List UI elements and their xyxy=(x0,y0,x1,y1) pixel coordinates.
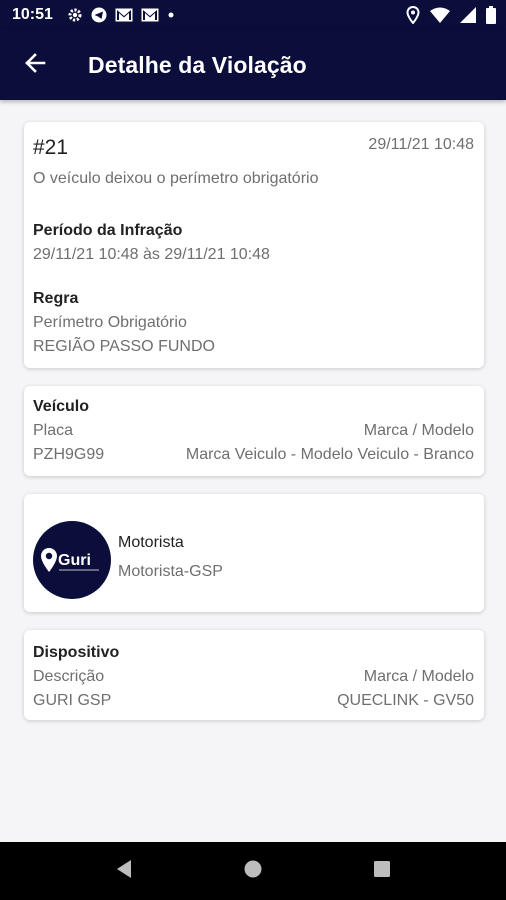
gmail-icon xyxy=(141,8,159,22)
violation-datetime: 29/11/21 10:48 xyxy=(368,136,474,153)
gear-icon xyxy=(67,7,83,23)
avatar: Guri xyxy=(33,521,111,599)
dot-icon xyxy=(167,11,175,19)
avatar-text: Guri xyxy=(58,552,91,569)
status-time: 10:51 xyxy=(12,6,53,23)
rule-name: Perímetro Obrigatório xyxy=(33,314,187,331)
back-button[interactable] xyxy=(0,30,70,100)
device-section-label: Dispositivo xyxy=(33,644,120,661)
violation-card: #21 29/11/21 10:48 O veículo deixou o pe… xyxy=(24,122,484,368)
page-title: Detalhe da Violação xyxy=(88,51,307,78)
telegram-icon xyxy=(91,7,107,23)
device-model-value: QUECLINK - GV50 xyxy=(337,692,474,709)
period-label: Período da Infração xyxy=(33,222,183,239)
guri-logo-icon: Guri xyxy=(41,548,99,572)
nav-home-button[interactable] xyxy=(233,851,273,891)
rule-region: REGIÃO PASSO FUNDO xyxy=(33,338,215,355)
app-bar: Detalhe da Violação xyxy=(0,30,506,100)
device-model-label: Marca / Modelo xyxy=(363,668,474,685)
vehicle-card: Veículo Placa Marca / Modelo PZH9G99 Mar… xyxy=(24,386,484,476)
location-icon xyxy=(406,6,420,24)
arrow-left-icon xyxy=(24,52,46,79)
signal-icon xyxy=(460,7,476,23)
system-icons xyxy=(406,6,496,24)
status-bar: 10:51 xyxy=(0,0,506,30)
back-triangle-icon xyxy=(115,859,133,884)
period-value: 29/11/21 10:48 às 29/11/21 10:48 xyxy=(33,246,270,263)
driver-label: Motorista xyxy=(118,534,184,551)
home-circle-icon xyxy=(243,859,263,884)
plate-label: Placa xyxy=(33,422,74,439)
wifi-icon xyxy=(430,7,450,23)
gmail-icon xyxy=(115,8,133,22)
recents-square-icon xyxy=(373,860,391,883)
nav-recents-button[interactable] xyxy=(362,851,402,891)
notification-icons xyxy=(67,7,175,23)
violation-description: O veículo deixou o perímetro obrigatório xyxy=(33,170,319,187)
device-description-label: Descrição xyxy=(33,668,105,685)
driver-card[interactable]: Guri Motorista Motorista-GSP xyxy=(24,494,484,612)
plate-value: PZH9G99 xyxy=(33,446,105,463)
device-description-value: GURI GSP xyxy=(33,692,112,709)
device-card: Dispositivo Descrição Marca / Modelo GUR… xyxy=(24,630,484,720)
violation-number: #21 xyxy=(33,136,69,159)
vehicle-model-label: Marca / Modelo xyxy=(363,422,474,439)
nav-back-button[interactable] xyxy=(104,851,144,891)
driver-name: Motorista-GSP xyxy=(118,563,223,580)
vehicle-model-value: Marca Veiculo - Modelo Veiculo - Branco xyxy=(185,446,474,463)
navigation-bar xyxy=(0,842,506,900)
vehicle-section-label: Veículo xyxy=(33,398,90,415)
battery-icon xyxy=(486,6,496,24)
rule-label: Regra xyxy=(33,290,79,307)
